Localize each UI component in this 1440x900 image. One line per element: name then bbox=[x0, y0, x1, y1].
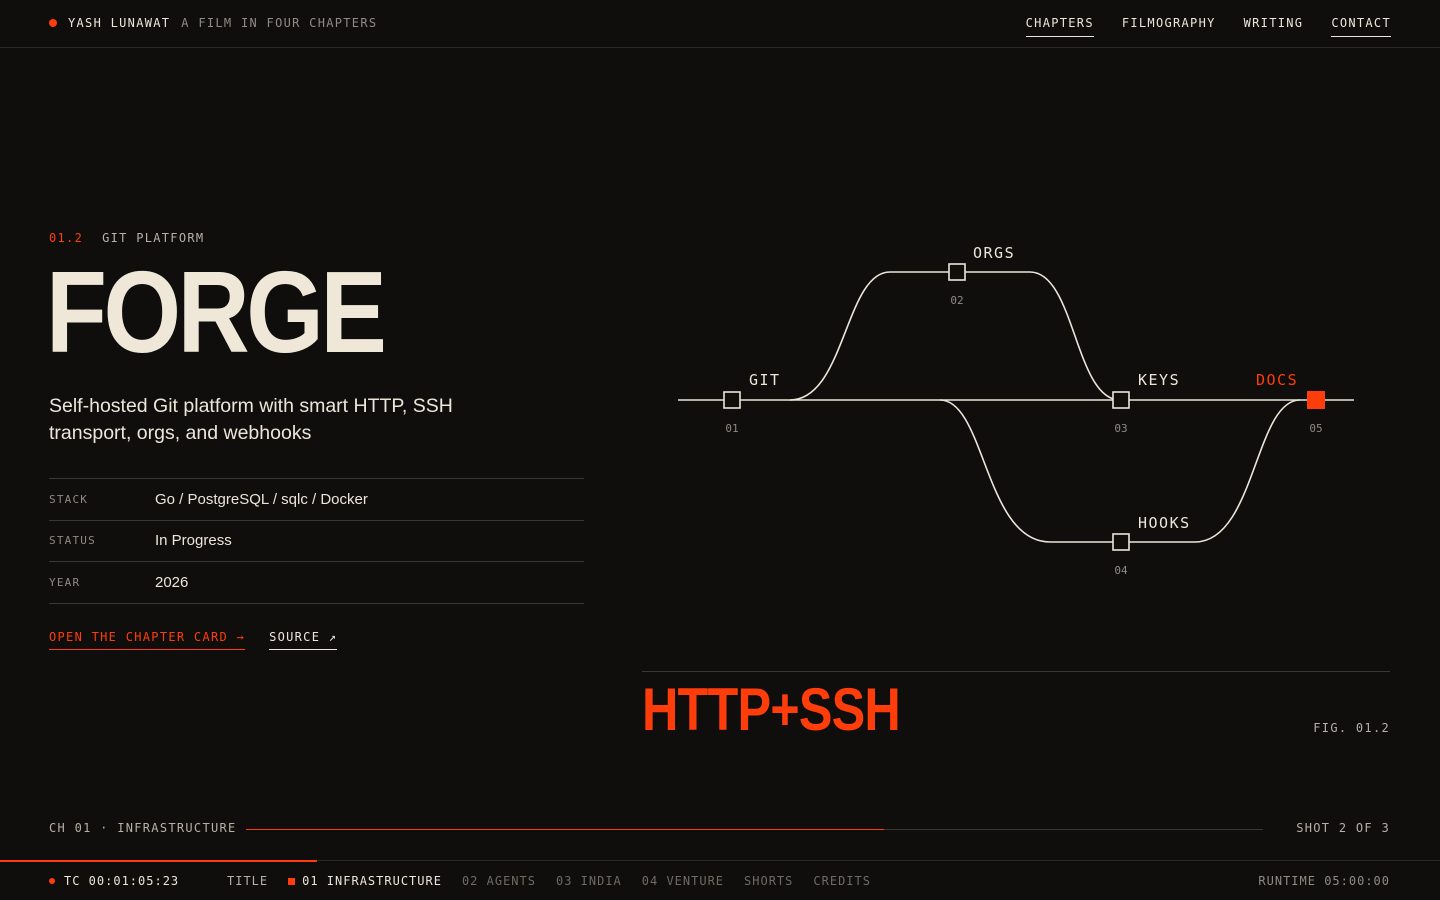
spec-row-year: YEAR 2026 bbox=[49, 562, 584, 604]
brand-name: YASH LUNAWAT bbox=[68, 16, 171, 30]
source-link[interactable]: SOURCE ↗ bbox=[269, 630, 338, 650]
chapter-agents[interactable]: 02 AGENTS bbox=[462, 874, 536, 888]
nav-chapters[interactable]: CHAPTERS bbox=[1025, 16, 1094, 37]
chapter-nav: TITLE 01 INFRASTRUCTURE 02 AGENTS 03 IND… bbox=[227, 874, 871, 888]
spec-key: YEAR bbox=[49, 575, 81, 589]
spec-value: Go / PostgreSQL / sqlc / Docker bbox=[155, 490, 368, 508]
chapter-label: 02 AGENTS bbox=[461, 874, 536, 888]
brand[interactable]: YASH LUNAWAT A FILM IN FOUR CHAPTERS bbox=[49, 16, 377, 30]
pipeline-diagram: GIT 01 ORGS 02 KEYS 03 HOOKS 04 DOCS 05 bbox=[678, 244, 1354, 577]
chapter-venture[interactable]: 04 VENTURE bbox=[642, 874, 724, 888]
chapter-india[interactable]: 03 INDIA bbox=[556, 874, 622, 888]
chapter-label: 03 INDIA bbox=[555, 874, 622, 888]
project-tagline: Self-hosted Git platform with smart HTTP… bbox=[49, 395, 453, 444]
spec-value: 2026 bbox=[155, 573, 189, 591]
project-number: 01.2 bbox=[49, 231, 84, 245]
brand-dot-icon bbox=[49, 19, 57, 27]
node-git[interactable]: GIT 01 bbox=[723, 371, 781, 435]
spec-value: In Progress bbox=[155, 532, 232, 550]
chapter-title[interactable]: TITLE bbox=[227, 874, 268, 888]
main-nav: CHAPTERS FILMOGRAPHY WRITING CONTACT bbox=[1025, 16, 1391, 37]
spec-table: STACK Go / PostgreSQL / sqlc / Docker ST… bbox=[49, 478, 584, 604]
chapter-label: 01 INFRASTRUCTURE bbox=[302, 874, 442, 888]
timeline-progress bbox=[0, 860, 317, 862]
node-git-number: 01 bbox=[725, 422, 738, 435]
spec-row-status: STATUS In Progress bbox=[49, 521, 584, 562]
node-orgs-label: ORGS bbox=[973, 244, 1015, 262]
spec-key: STACK bbox=[49, 492, 89, 506]
node-keys-marker bbox=[1112, 391, 1130, 409]
node-docs-label: DOCS bbox=[1256, 371, 1298, 389]
figure-divider bbox=[642, 671, 1390, 672]
node-hooks[interactable]: HOOKS 04 bbox=[1112, 514, 1191, 577]
project-category: GIT PLATFORM bbox=[102, 231, 205, 245]
node-docs-marker bbox=[1307, 391, 1325, 409]
current-chapter-icon bbox=[288, 877, 296, 885]
nav-contact[interactable]: CONTACT bbox=[1331, 16, 1391, 37]
node-keys-label: KEYS bbox=[1138, 371, 1180, 389]
record-dot-icon bbox=[49, 878, 55, 884]
node-orgs-marker bbox=[948, 263, 966, 281]
shot-progress-fill bbox=[246, 829, 884, 830]
chapter-label: SHORTS bbox=[744, 874, 794, 888]
node-keys[interactable]: KEYS 03 bbox=[1112, 371, 1180, 435]
project-eyebrow: 01.2 GIT PLATFORM bbox=[49, 231, 204, 245]
open-chapter-card-link[interactable]: OPEN THE CHAPTER CARD → bbox=[49, 630, 246, 650]
timecode: TC 00:01:05:23 bbox=[49, 874, 179, 888]
node-orgs-number: 02 bbox=[950, 294, 963, 307]
top-bar: YASH LUNAWAT A FILM IN FOUR CHAPTERS CHA… bbox=[0, 0, 1440, 48]
bottom-bar: TC 00:01:05:23 TITLE 01 INFRASTRUCTURE 0… bbox=[0, 860, 1440, 900]
nav-filmography[interactable]: FILMOGRAPHY bbox=[1122, 16, 1216, 37]
shot-counter: SHOT 2 OF 3 bbox=[1296, 821, 1390, 835]
figure-headline: HTTP+SSH bbox=[642, 676, 901, 743]
node-orgs[interactable]: ORGS 02 bbox=[948, 244, 1015, 307]
chapter-label: 04 VENTURE bbox=[641, 874, 725, 888]
project-title: FORGE bbox=[46, 247, 387, 377]
chapter-label: CREDITS bbox=[813, 874, 871, 888]
chapter-credits[interactable]: CREDITS bbox=[813, 874, 871, 888]
brand-tagline: A FILM IN FOUR CHAPTERS bbox=[181, 16, 378, 30]
node-hooks-marker bbox=[1112, 533, 1130, 551]
spec-key: STATUS bbox=[49, 534, 96, 548]
figure-caption: FIG. 01.2 bbox=[1313, 721, 1390, 735]
branch-orgs bbox=[789, 271, 1121, 401]
chapter-label: TITLE bbox=[227, 874, 269, 888]
chapter-shorts[interactable]: SHORTS bbox=[744, 874, 793, 888]
node-docs-number: 05 bbox=[1309, 422, 1322, 435]
spec-row-stack: STACK Go / PostgreSQL / sqlc / Docker bbox=[49, 479, 584, 521]
shot-progress-track[interactable] bbox=[246, 829, 1263, 830]
node-hooks-number: 04 bbox=[1114, 564, 1128, 577]
runtime: RUNTIME 05:00:00 bbox=[1258, 874, 1390, 888]
chapter-label: CH 01 · INFRASTRUCTURE bbox=[49, 821, 237, 835]
node-git-label: GIT bbox=[749, 371, 781, 389]
node-hooks-label: HOOKS bbox=[1138, 514, 1191, 532]
node-git-marker bbox=[723, 391, 741, 409]
timecode-value: TC 00:01:05:23 bbox=[64, 874, 180, 888]
nav-writing[interactable]: WRITING bbox=[1244, 16, 1304, 37]
project-links: OPEN THE CHAPTER CARD → SOURCE ↗ bbox=[49, 630, 338, 650]
chapter-infrastructure[interactable]: 01 INFRASTRUCTURE bbox=[288, 874, 442, 888]
node-keys-number: 03 bbox=[1114, 422, 1127, 435]
